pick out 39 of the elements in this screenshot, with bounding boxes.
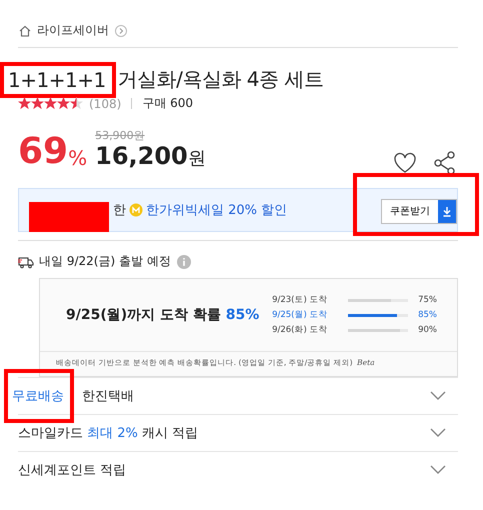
purchase-count: 구매 600: [142, 95, 193, 112]
probability-bar: [348, 314, 408, 316]
benefit-text: 스마일카드 최대 2% 캐시 적립: [18, 425, 198, 442]
probability-value: 90%: [418, 325, 437, 335]
coupon-text[interactable]: 한가위빅세일 20% 할인: [146, 201, 288, 219]
star-icon: [44, 97, 57, 110]
probability-value: 75%: [418, 295, 437, 305]
arrival-probability: 9/25(월)까지 도착 확률 85%: [66, 306, 260, 324]
product-title: 거실화/욕실화 4종 세트: [118, 66, 324, 93]
chevron-down-icon[interactable]: [430, 465, 446, 475]
probability-bar: [348, 328, 408, 332]
benefit-text: 신세계포인트 적립: [18, 462, 126, 479]
probability-bar: [348, 298, 408, 302]
chevron-down-icon[interactable]: [430, 428, 446, 438]
chevron-down-icon[interactable]: [430, 391, 446, 401]
coupon-label: 한: [113, 202, 126, 219]
breadcrumb-link[interactable]: 라이프세이버: [37, 22, 109, 39]
star-icon: [18, 97, 31, 110]
product-title: 1+1+1+1: [8, 68, 106, 92]
arrival-date: 9/26(화) 도착: [272, 324, 329, 336]
original-price: 53,900원: [95, 128, 146, 143]
percent-sign: %: [68, 146, 88, 170]
sale-price: 16,200원: [95, 143, 206, 170]
star-icon: [70, 97, 83, 110]
info-icon[interactable]: [176, 254, 192, 268]
coin-icon: [129, 203, 143, 217]
probability-value: 85%: [418, 310, 437, 320]
chevron-right-icon[interactable]: [114, 24, 128, 38]
truck-icon: [18, 254, 34, 268]
arrival-date: 9/25(월) 도착: [272, 309, 329, 321]
shipping-label: 무료배송: [12, 389, 64, 404]
benefit-text: 한진택배: [82, 388, 134, 405]
download-icon: [442, 206, 452, 216]
departure-text: 내일 9/22(금) 출발 예정: [39, 253, 171, 270]
star-icon: [31, 97, 44, 110]
arrival-date: 9/23(토) 도착: [272, 294, 329, 306]
home-icon[interactable]: [18, 24, 32, 38]
coupon-download-button[interactable]: 쿠폰받기: [381, 198, 457, 224]
discount-rate: 69: [18, 134, 68, 170]
